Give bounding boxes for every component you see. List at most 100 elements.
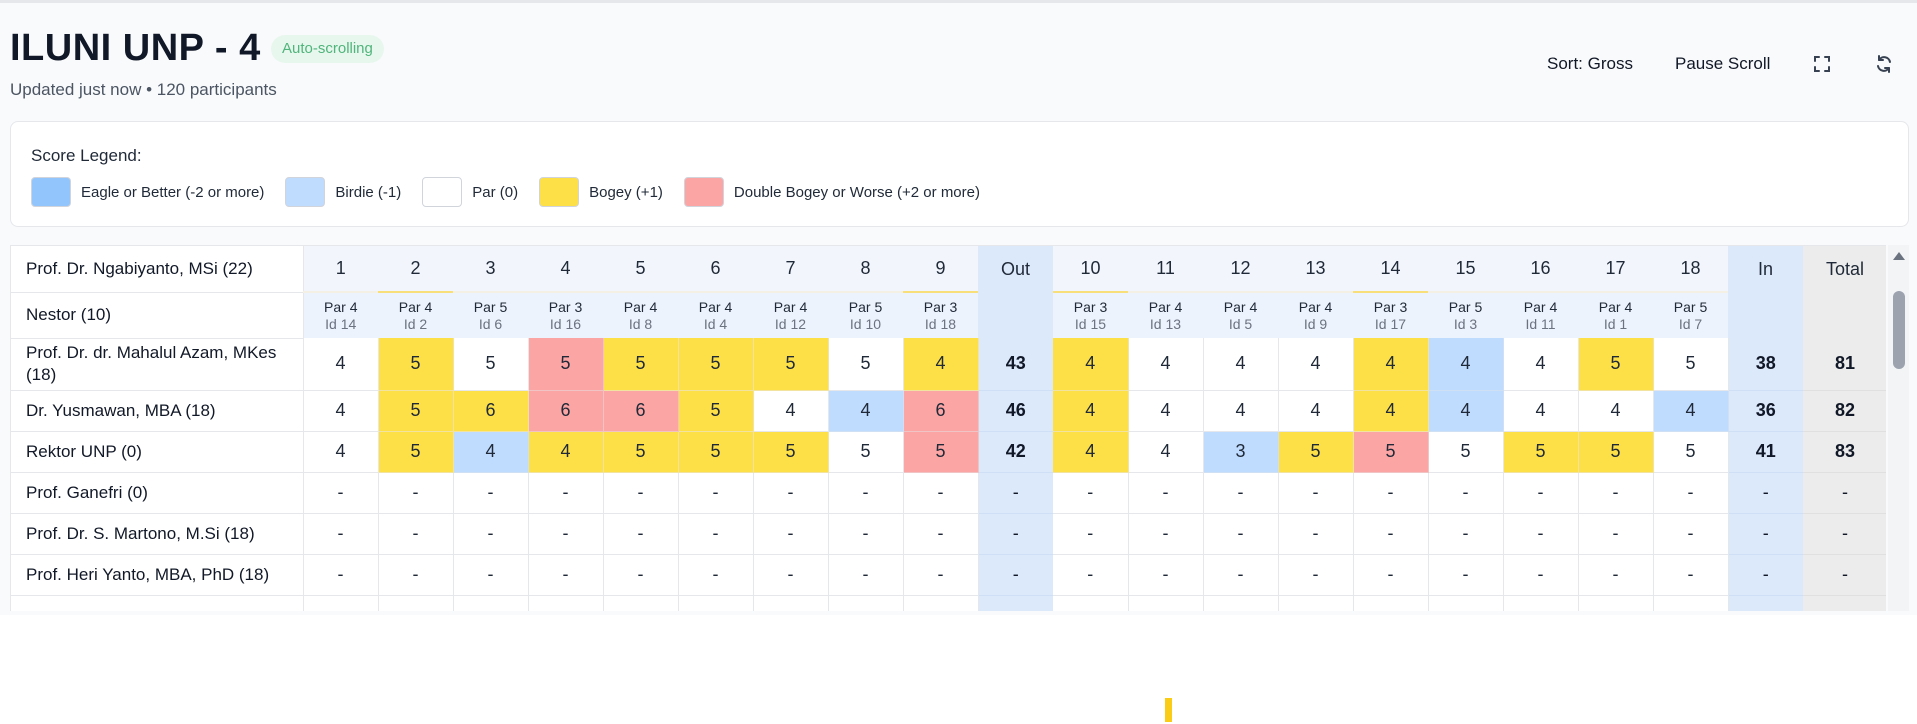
player-row[interactable]: Prof. Heri Yanto, MBA, PhD (18) - - - - - - - - -… bbox=[11, 554, 1886, 596]
hole-par-info: Par 3 Id 18 bbox=[903, 292, 978, 338]
score-cell: - bbox=[528, 472, 604, 514]
score-cell: - bbox=[1053, 554, 1129, 596]
score-cell bbox=[1278, 595, 1354, 611]
par-row: Nestor (10) Par 4 Id 14 Par 4 Id 2 Par 5 Id 6P… bbox=[11, 292, 1886, 339]
hole-id: Id 2 bbox=[403, 315, 428, 332]
score-cell: 5 bbox=[453, 338, 529, 391]
hole-id: Id 8 bbox=[628, 315, 653, 332]
score-cell bbox=[1578, 595, 1654, 611]
score-cell: 4 bbox=[303, 338, 379, 391]
player-row[interactable]: Rektor UNP (0) 4 5 4 4 5 5 5 5 5 42 4 4 3 5 5 5 5 5 5 41 83 bbox=[11, 431, 1886, 473]
scroll-up-arrow-icon[interactable] bbox=[1893, 252, 1905, 260]
score-cell: 6 bbox=[603, 390, 679, 432]
par-value: Par 4 bbox=[773, 298, 808, 315]
score-cell bbox=[678, 595, 754, 611]
player-name[interactable]: Dr. Yusmawan, MBA (18) bbox=[11, 390, 304, 432]
hole-par-info: Par 4 Id 1 bbox=[1578, 292, 1653, 338]
player-name[interactable]: Prof. Dr. S. Martono, M.Si (18) bbox=[11, 513, 304, 555]
fullscreen-icon bbox=[1814, 56, 1830, 72]
legend-item: Eagle or Better (-2 or more) bbox=[31, 177, 264, 207]
sort-button[interactable]: Sort: Gross bbox=[1547, 49, 1633, 79]
hole-number: 16 bbox=[1503, 246, 1578, 293]
score-cell: 5 bbox=[603, 338, 679, 391]
page-title: ILUNI UNP - 4 bbox=[10, 27, 261, 69]
hole-number: 13 bbox=[1278, 246, 1353, 293]
legend-swatch bbox=[422, 177, 463, 207]
leader-player-name[interactable]: Prof. Dr. Ngabiyanto, MSi (22) bbox=[11, 246, 304, 293]
hole-number: 12 bbox=[1203, 246, 1278, 293]
score-cell: - bbox=[528, 554, 604, 596]
score-cell: 4 bbox=[1353, 338, 1429, 391]
in-score: 41 bbox=[1728, 431, 1803, 473]
score-cell: 4 bbox=[1653, 390, 1729, 432]
score-cell: - bbox=[678, 472, 754, 514]
total-score: - bbox=[1803, 513, 1886, 555]
score-cell: 4 bbox=[1278, 390, 1354, 432]
par-value: Par 4 bbox=[1523, 298, 1558, 315]
score-cell: 4 bbox=[1203, 390, 1279, 432]
score-cell: 4 bbox=[303, 431, 379, 473]
score-cell: - bbox=[828, 472, 904, 514]
out-score: 46 bbox=[978, 390, 1053, 432]
player-row[interactable]: Prof. Ganefri (0) - - - - - - - - - - - - - - - - - - - - - bbox=[11, 472, 1886, 514]
legend-swatch bbox=[683, 177, 724, 207]
total-spacer bbox=[1803, 292, 1886, 338]
score-cell: - bbox=[1653, 472, 1729, 514]
hole-par-info: Par 5 Id 10 bbox=[828, 292, 903, 338]
score-cell: 4 bbox=[1053, 431, 1129, 473]
hole-id: Id 13 bbox=[1149, 315, 1182, 332]
in-score: - bbox=[1728, 513, 1803, 555]
par-value: Par 5 bbox=[473, 298, 508, 315]
player-name[interactable]: Nestor (10) bbox=[11, 292, 304, 339]
score-cell: - bbox=[1203, 554, 1279, 596]
auto-scroll-badge: Auto-scrolling bbox=[271, 35, 384, 63]
hole-id: Id 7 bbox=[1678, 315, 1703, 332]
pause-scroll-button[interactable]: Pause Scroll bbox=[1675, 49, 1770, 79]
hole-id: Id 10 bbox=[849, 315, 882, 332]
score-cell: - bbox=[1578, 554, 1654, 596]
hole-number: 9 bbox=[903, 246, 978, 293]
score-cell: - bbox=[1278, 472, 1354, 514]
score-cell: - bbox=[678, 513, 754, 555]
score-cell: 5 bbox=[1503, 431, 1579, 473]
score-cell: - bbox=[1203, 472, 1279, 514]
score-cell: - bbox=[303, 513, 379, 555]
player-name[interactable]: Prof. Dr. dr. Mahalul Azam, MKes (18) bbox=[11, 338, 304, 391]
hole-number: 18 bbox=[1653, 246, 1728, 293]
player-row[interactable]: Prof. Dr. S. Martono, M.Si (18) - - - - - - - - -… bbox=[11, 513, 1886, 555]
score-cell: 5 bbox=[1278, 431, 1354, 473]
par-value: Par 4 bbox=[623, 298, 658, 315]
total-score bbox=[1803, 595, 1886, 611]
hole-par-info: Par 3 Id 16 bbox=[528, 292, 603, 338]
score-cell bbox=[453, 595, 529, 611]
hole-id: Id 15 bbox=[1074, 315, 1107, 332]
score-cell: 4 bbox=[1428, 390, 1504, 432]
scrollbar-thumb[interactable] bbox=[1893, 291, 1905, 369]
player-row[interactable]: Dr. Yusmawan, MBA (18) 4 5 6 6 6 5 4 4 6 46 4 4 4 4 4 4 4… bbox=[11, 390, 1886, 432]
total-score: 82 bbox=[1803, 390, 1886, 432]
player-row[interactable]: Prof. Dr. dr. Mahalul Azam, MKes (18) 4 5 5… bbox=[11, 338, 1886, 391]
score-cell: - bbox=[603, 513, 679, 555]
player-name[interactable]: Prof. Ganefri (0) bbox=[11, 472, 304, 514]
hole-id: Id 6 bbox=[478, 315, 503, 332]
in-spacer bbox=[1728, 292, 1803, 338]
hole-par-info: Par 4 Id 4 bbox=[678, 292, 753, 338]
score-cell: - bbox=[453, 513, 529, 555]
hole-number: 10 bbox=[1053, 246, 1128, 293]
player-name[interactable]: Prof. Heri Yanto, MBA, PhD (18) bbox=[11, 554, 304, 596]
scoreboard[interactable]: Prof. Dr. Ngabiyanto, MSi (22) 1 2 3 4 5 6 7 8 9 O… bbox=[10, 245, 1886, 611]
total-score: - bbox=[1803, 554, 1886, 596]
score-cell: - bbox=[753, 472, 829, 514]
player-row[interactable] bbox=[11, 595, 1886, 611]
score-legend: Score Legend: Eagle or Better (-2 or mor… bbox=[10, 121, 1909, 227]
player-name[interactable] bbox=[11, 595, 304, 611]
legend-label: Double Bogey or Worse (+2 or more) bbox=[733, 183, 980, 201]
in-score bbox=[1728, 595, 1803, 611]
score-cell: 5 bbox=[378, 390, 454, 432]
score-cell: 6 bbox=[453, 390, 529, 432]
hole-par-info: Par 5 Id 6 bbox=[453, 292, 528, 338]
player-name[interactable]: Rektor UNP (0) bbox=[11, 431, 304, 473]
fullscreen-button[interactable] bbox=[1809, 51, 1835, 77]
hole-par-info: Par 4 Id 13 bbox=[1128, 292, 1203, 338]
refresh-button[interactable] bbox=[1871, 51, 1897, 77]
